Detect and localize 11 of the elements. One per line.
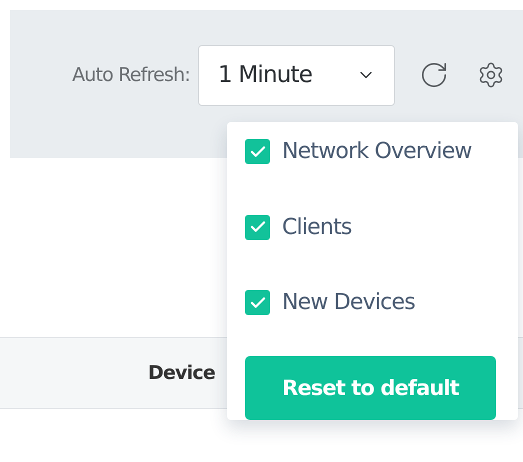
checkbox[interactable]	[245, 214, 270, 240]
option-label[interactable]: Network Overview	[282, 139, 472, 164]
refresh-interval-dropdown[interactable]: 1 Minute	[198, 44, 395, 106]
auto-refresh-label: Auto Refresh:	[72, 64, 190, 86]
column-header[interactable]: Device	[148, 362, 215, 384]
option-label[interactable]: Clients	[282, 214, 352, 240]
option-label[interactable]: New Devices	[282, 290, 415, 316]
settings-button[interactable]	[477, 61, 505, 89]
checkbox[interactable]	[245, 139, 270, 164]
checkbox[interactable]	[245, 290, 270, 316]
refresh-button[interactable]	[419, 60, 449, 90]
